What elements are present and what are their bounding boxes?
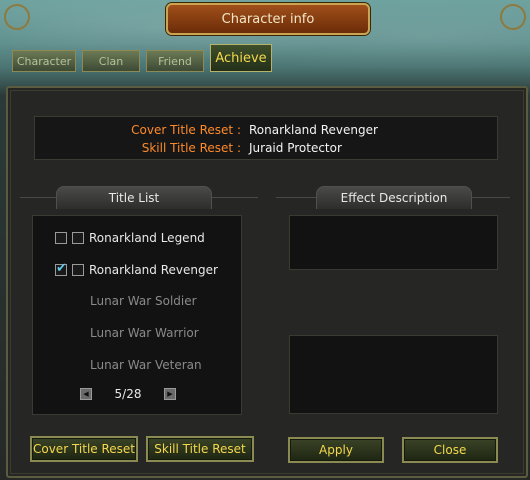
title-list: Ronarkland Legend Ronarkland Revenger Lu… (32, 215, 242, 415)
window-title: Character info (166, 3, 370, 35)
list-item-label: Lunar War Soldier (90, 294, 197, 308)
apply-button[interactable]: Apply (288, 437, 384, 463)
effect-description-box (289, 215, 498, 270)
list-item[interactable]: Lunar War Soldier (90, 292, 197, 310)
skill-title-reset-value: Juraid Protector (249, 141, 342, 155)
close-button-label: Close (433, 443, 467, 457)
cover-title-row: Cover Title Reset : Ronarkland Revenger (35, 123, 497, 137)
window-title-text: Character info (221, 11, 315, 27)
tab-friend-label: Friend (158, 54, 192, 68)
pagination: ◀ 5/28 ▶ (80, 387, 176, 401)
cover-title-reset-button-label: Cover Title Reset (32, 442, 135, 456)
title-list-header-text: Title List (108, 191, 160, 205)
list-item-label: Lunar War Warrior (90, 326, 199, 340)
prev-page-icon[interactable]: ◀ (80, 388, 92, 400)
skill-title-reset-button-label: Skill Title Reset (154, 442, 246, 456)
tab-friend[interactable]: Friend (146, 50, 204, 72)
effect-detail-box (289, 335, 498, 414)
cover-title-reset-label: Cover Title Reset : (131, 123, 241, 137)
list-item-label: Lunar War Veteran (90, 358, 202, 372)
title-list-header: Title List (56, 186, 212, 209)
effect-description-header: Effect Description (316, 186, 472, 209)
tab-character[interactable]: Character (12, 50, 76, 72)
list-item[interactable]: Lunar War Warrior (90, 324, 199, 342)
cover-checkbox[interactable] (55, 232, 67, 244)
list-item[interactable]: Ronarkland Revenger (55, 261, 218, 279)
character-info-window: Character info Character Clan Friend Ach… (0, 0, 530, 480)
effect-description-header-text: Effect Description (340, 191, 448, 205)
corner-ornament-left-icon (4, 4, 30, 30)
tab-character-label: Character (16, 54, 72, 68)
tab-bar: Character Clan Friend Achieve (12, 44, 272, 72)
cover-title-reset-button[interactable]: Cover Title Reset (30, 436, 138, 462)
skill-title-row: Skill Title Reset : Juraid Protector (35, 141, 497, 155)
close-button[interactable]: Close (402, 437, 498, 463)
apply-button-label: Apply (319, 443, 353, 457)
title-reset-summary: Cover Title Reset : Ronarkland Revenger … (34, 116, 498, 160)
cover-title-reset-value: Ronarkland Revenger (249, 123, 378, 137)
list-item-label: Ronarkland Legend (89, 231, 205, 245)
skill-checkbox[interactable] (72, 232, 84, 244)
cover-checkbox[interactable] (55, 261, 67, 276)
skill-title-reset-label: Skill Title Reset : (141, 141, 241, 155)
corner-ornament-right-icon (500, 4, 526, 30)
next-page-icon[interactable]: ▶ (164, 388, 176, 400)
skill-checkbox[interactable] (72, 264, 84, 276)
list-item[interactable]: Ronarkland Legend (55, 229, 205, 247)
tab-achieve[interactable]: Achieve (210, 44, 272, 72)
list-item-label: Ronarkland Revenger (89, 263, 218, 277)
tab-clan[interactable]: Clan (82, 50, 140, 72)
skill-title-reset-button[interactable]: Skill Title Reset (146, 436, 254, 462)
list-item[interactable]: Lunar War Veteran (90, 356, 202, 374)
page-indicator: 5/28 (114, 387, 142, 401)
tab-achieve-label: Achieve (215, 50, 267, 66)
tab-clan-label: Clan (98, 54, 124, 68)
